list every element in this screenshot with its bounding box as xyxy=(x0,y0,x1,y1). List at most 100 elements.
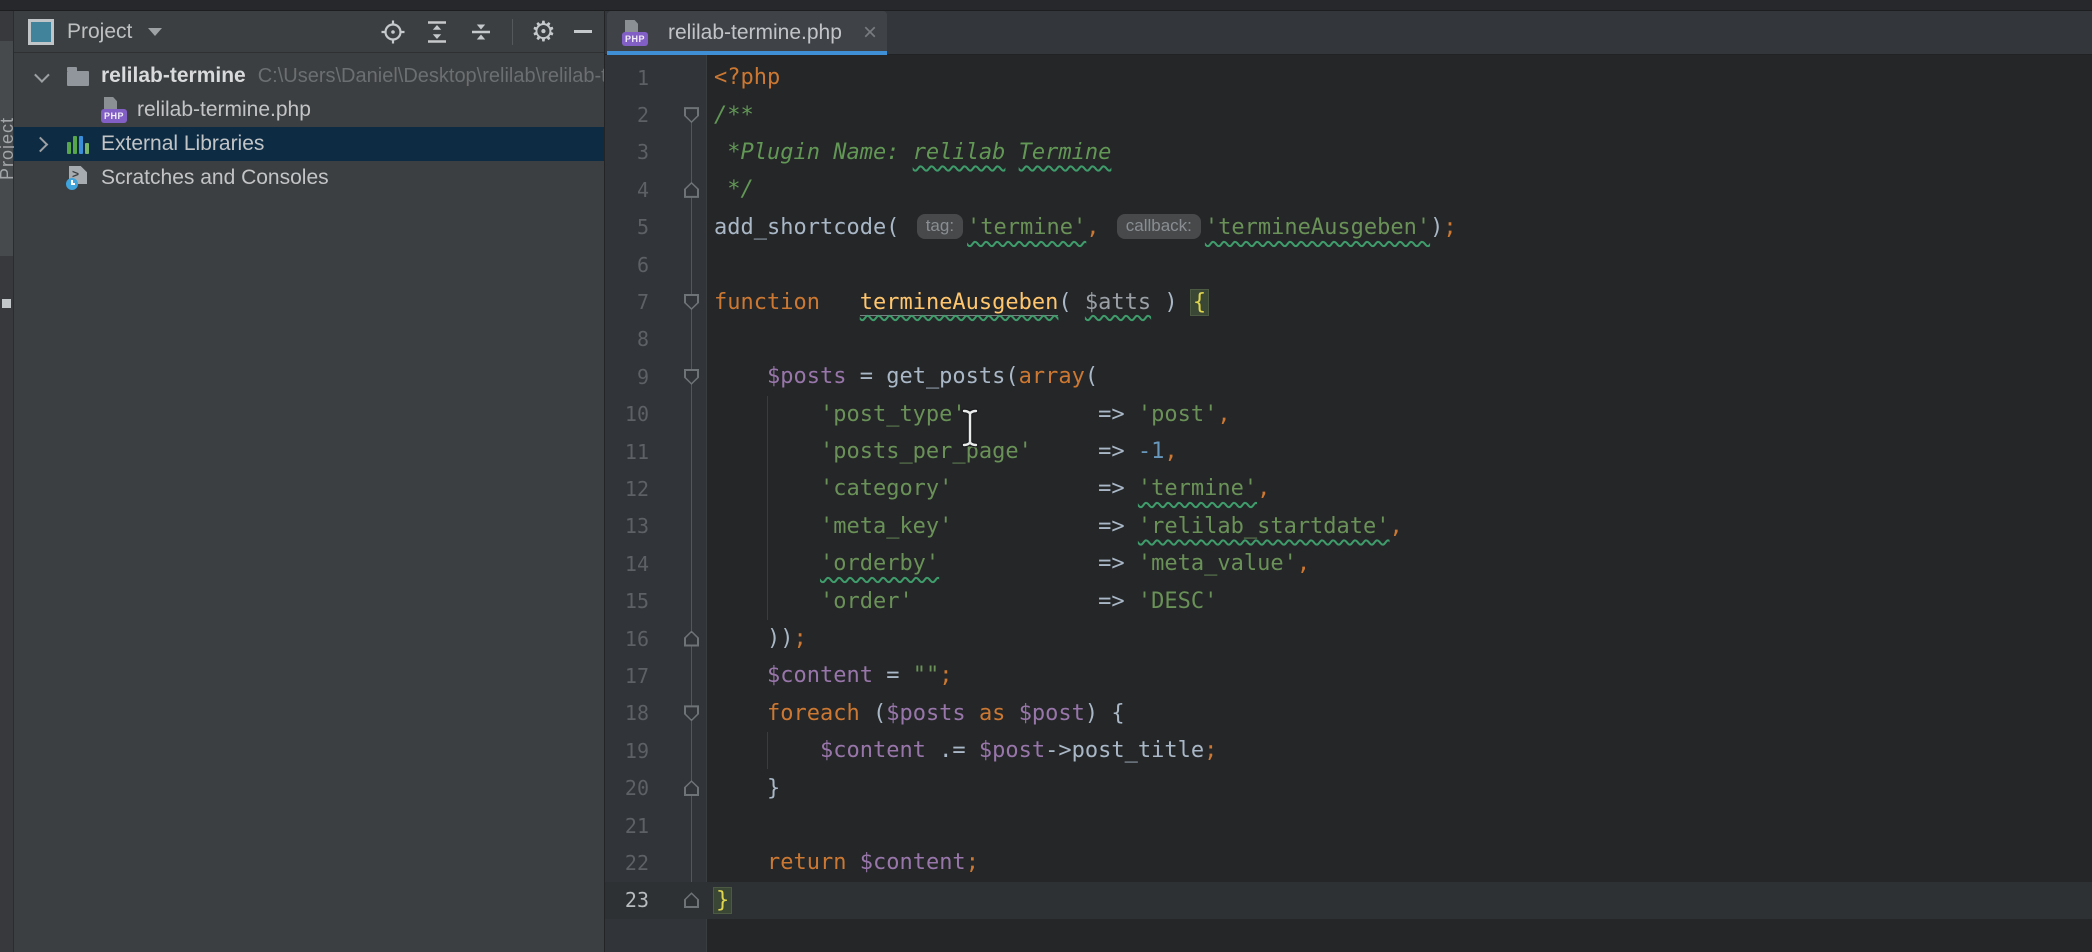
line-number[interactable]: 23 xyxy=(605,888,653,912)
line-number[interactable]: 11 xyxy=(605,440,653,464)
fold-marker-start[interactable] xyxy=(684,294,699,310)
fold-marker-end[interactable] xyxy=(684,631,699,647)
line-number[interactable]: 16 xyxy=(605,627,653,651)
php-file-icon: PHP xyxy=(101,97,127,123)
code-text[interactable]: */ xyxy=(706,177,2092,202)
code-text[interactable]: $content .= $post->post_title; xyxy=(706,738,2092,763)
stripe-tool-icon[interactable] xyxy=(2,299,11,308)
line-number[interactable]: 19 xyxy=(605,739,653,763)
tree-item-label: relilab-termine.php xyxy=(137,98,311,122)
line-number[interactable]: 2 xyxy=(605,103,653,127)
line-number[interactable]: 18 xyxy=(605,701,653,725)
line-number[interactable]: 10 xyxy=(605,402,653,426)
settings-gear-icon[interactable]: ⚙ xyxy=(531,19,556,45)
tree-item-external-libraries[interactable]: External Libraries xyxy=(14,127,604,161)
code-text[interactable]: } xyxy=(706,776,2092,801)
code-token: <?php xyxy=(714,65,780,90)
code-text[interactable]: 'posts_per_page' => -1, xyxy=(706,439,2092,464)
line-number[interactable]: 12 xyxy=(605,477,653,501)
line-number[interactable]: 17 xyxy=(605,664,653,688)
tree-item-root[interactable]: relilab-termineC:\Users\Daniel\Desktop\r… xyxy=(14,59,604,93)
expand-all-icon[interactable] xyxy=(424,19,450,45)
code-token: , xyxy=(1390,514,1403,539)
tab-relilab-termine-php[interactable]: PHP relilab-termine.php × xyxy=(607,11,887,54)
code-text[interactable]: add_shortcode( tag:'termine', callback:'… xyxy=(706,214,2092,240)
line-number[interactable]: 22 xyxy=(605,851,653,875)
chevron-down-icon[interactable] xyxy=(34,67,50,83)
code-text[interactable]: 'category' => 'termine', xyxy=(706,476,2092,501)
project-tool-window-icon xyxy=(28,19,54,45)
code-text[interactable]: $content = ""; xyxy=(706,663,2092,688)
tree-item-php-file[interactable]: PHP relilab-termine.php xyxy=(14,93,604,127)
line-number[interactable]: 8 xyxy=(605,327,653,351)
code-text[interactable]: 'order' => 'DESC' xyxy=(706,589,2092,614)
line-number[interactable]: 9 xyxy=(605,365,653,389)
code-token: foreach xyxy=(767,701,860,726)
code-token: )) xyxy=(714,626,793,651)
code-text[interactable]: <?php xyxy=(706,65,2092,90)
line-number[interactable]: 14 xyxy=(605,552,653,576)
editor-body[interactable]: 1 <?php 2 /** 3 *Plugin Name: relilab Termin… xyxy=(605,55,2092,952)
chevron-down-icon[interactable] xyxy=(148,28,162,36)
code-text[interactable]: return $content; xyxy=(706,850,2092,875)
code-line-22: 22 return $content; xyxy=(605,844,2092,881)
code-line-10: 10 'post_type' => 'post', xyxy=(605,396,2092,433)
line-number[interactable]: 1 xyxy=(605,66,653,90)
code-token: 'post_type' xyxy=(820,402,966,427)
line-number[interactable]: 21 xyxy=(605,814,653,838)
code-token: 'orderby' xyxy=(820,551,939,576)
code-token: => xyxy=(1098,514,1138,539)
code-text[interactable]: 'orderby' => 'meta_value', xyxy=(706,551,2092,576)
tab-close-icon[interactable]: × xyxy=(863,23,877,43)
code-token: 'post' xyxy=(1138,402,1217,427)
line-number[interactable]: 6 xyxy=(605,253,653,277)
code-text[interactable]: /** xyxy=(706,103,2092,128)
line-number[interactable]: 7 xyxy=(605,290,653,314)
code-text[interactable]: 'post_type' => 'post', xyxy=(706,402,2092,427)
line-number[interactable]: 15 xyxy=(605,589,653,613)
code-token xyxy=(952,514,1098,539)
code-token: } xyxy=(714,888,731,913)
code-token: 'termine' xyxy=(967,215,1086,240)
line-number[interactable]: 13 xyxy=(605,514,653,538)
code-text[interactable]: *Plugin Name: relilab Termine xyxy=(706,140,2092,165)
code-text[interactable]: } xyxy=(706,888,2092,913)
fold-marker-end[interactable] xyxy=(684,780,699,796)
code-token: add_shortcode( xyxy=(714,215,913,240)
code-token xyxy=(714,402,820,427)
hide-panel-icon[interactable] xyxy=(574,30,592,33)
code-token xyxy=(714,551,820,576)
code-text[interactable]: function termineAusgeben( $atts ) { xyxy=(706,290,2092,315)
fold-marker-end[interactable] xyxy=(684,892,699,908)
code-text[interactable]: foreach ($posts as $post) { xyxy=(706,701,2092,726)
collapse-all-icon[interactable] xyxy=(468,19,494,45)
code-text[interactable]: )); xyxy=(706,626,2092,651)
code-line-5: 5 add_shortcode( tag:'termine', callback:… xyxy=(605,209,2092,246)
code-token: 'meta_key' xyxy=(820,514,952,539)
line-number[interactable]: 5 xyxy=(605,215,653,239)
code-token: $posts xyxy=(886,701,965,726)
code-token: -1 xyxy=(1138,439,1165,464)
code-line-6: 6 xyxy=(605,246,2092,283)
code-token xyxy=(714,439,820,464)
locate-file-icon[interactable] xyxy=(380,19,406,45)
fold-marker-start[interactable] xyxy=(684,369,699,385)
code-token: ) { xyxy=(1085,701,1125,726)
line-number[interactable]: 4 xyxy=(605,178,653,202)
code-text[interactable]: 'meta_key' => 'relilab_startdate', xyxy=(706,514,2092,539)
fold-marker-start[interactable] xyxy=(684,107,699,123)
chevron-right-icon[interactable] xyxy=(32,136,48,152)
code-token: 'meta_value' xyxy=(1138,551,1297,576)
external-libraries-icon xyxy=(67,134,89,154)
code-line-15: 15 'order' => 'DESC' xyxy=(605,582,2092,619)
fold-marker-end[interactable] xyxy=(684,182,699,198)
tree-item-scratches[interactable]: >Scratches and Consoles xyxy=(14,161,604,195)
code-token: ; xyxy=(793,626,806,651)
code-line-9: 9 $posts = get_posts(array( xyxy=(605,358,2092,395)
code-token: ; xyxy=(966,850,979,875)
line-number[interactable]: 20 xyxy=(605,776,653,800)
project-panel-title[interactable]: Project xyxy=(67,20,132,44)
fold-marker-start[interactable] xyxy=(684,705,699,721)
code-text[interactable]: $posts = get_posts(array( xyxy=(706,364,2092,389)
line-number[interactable]: 3 xyxy=(605,140,653,164)
